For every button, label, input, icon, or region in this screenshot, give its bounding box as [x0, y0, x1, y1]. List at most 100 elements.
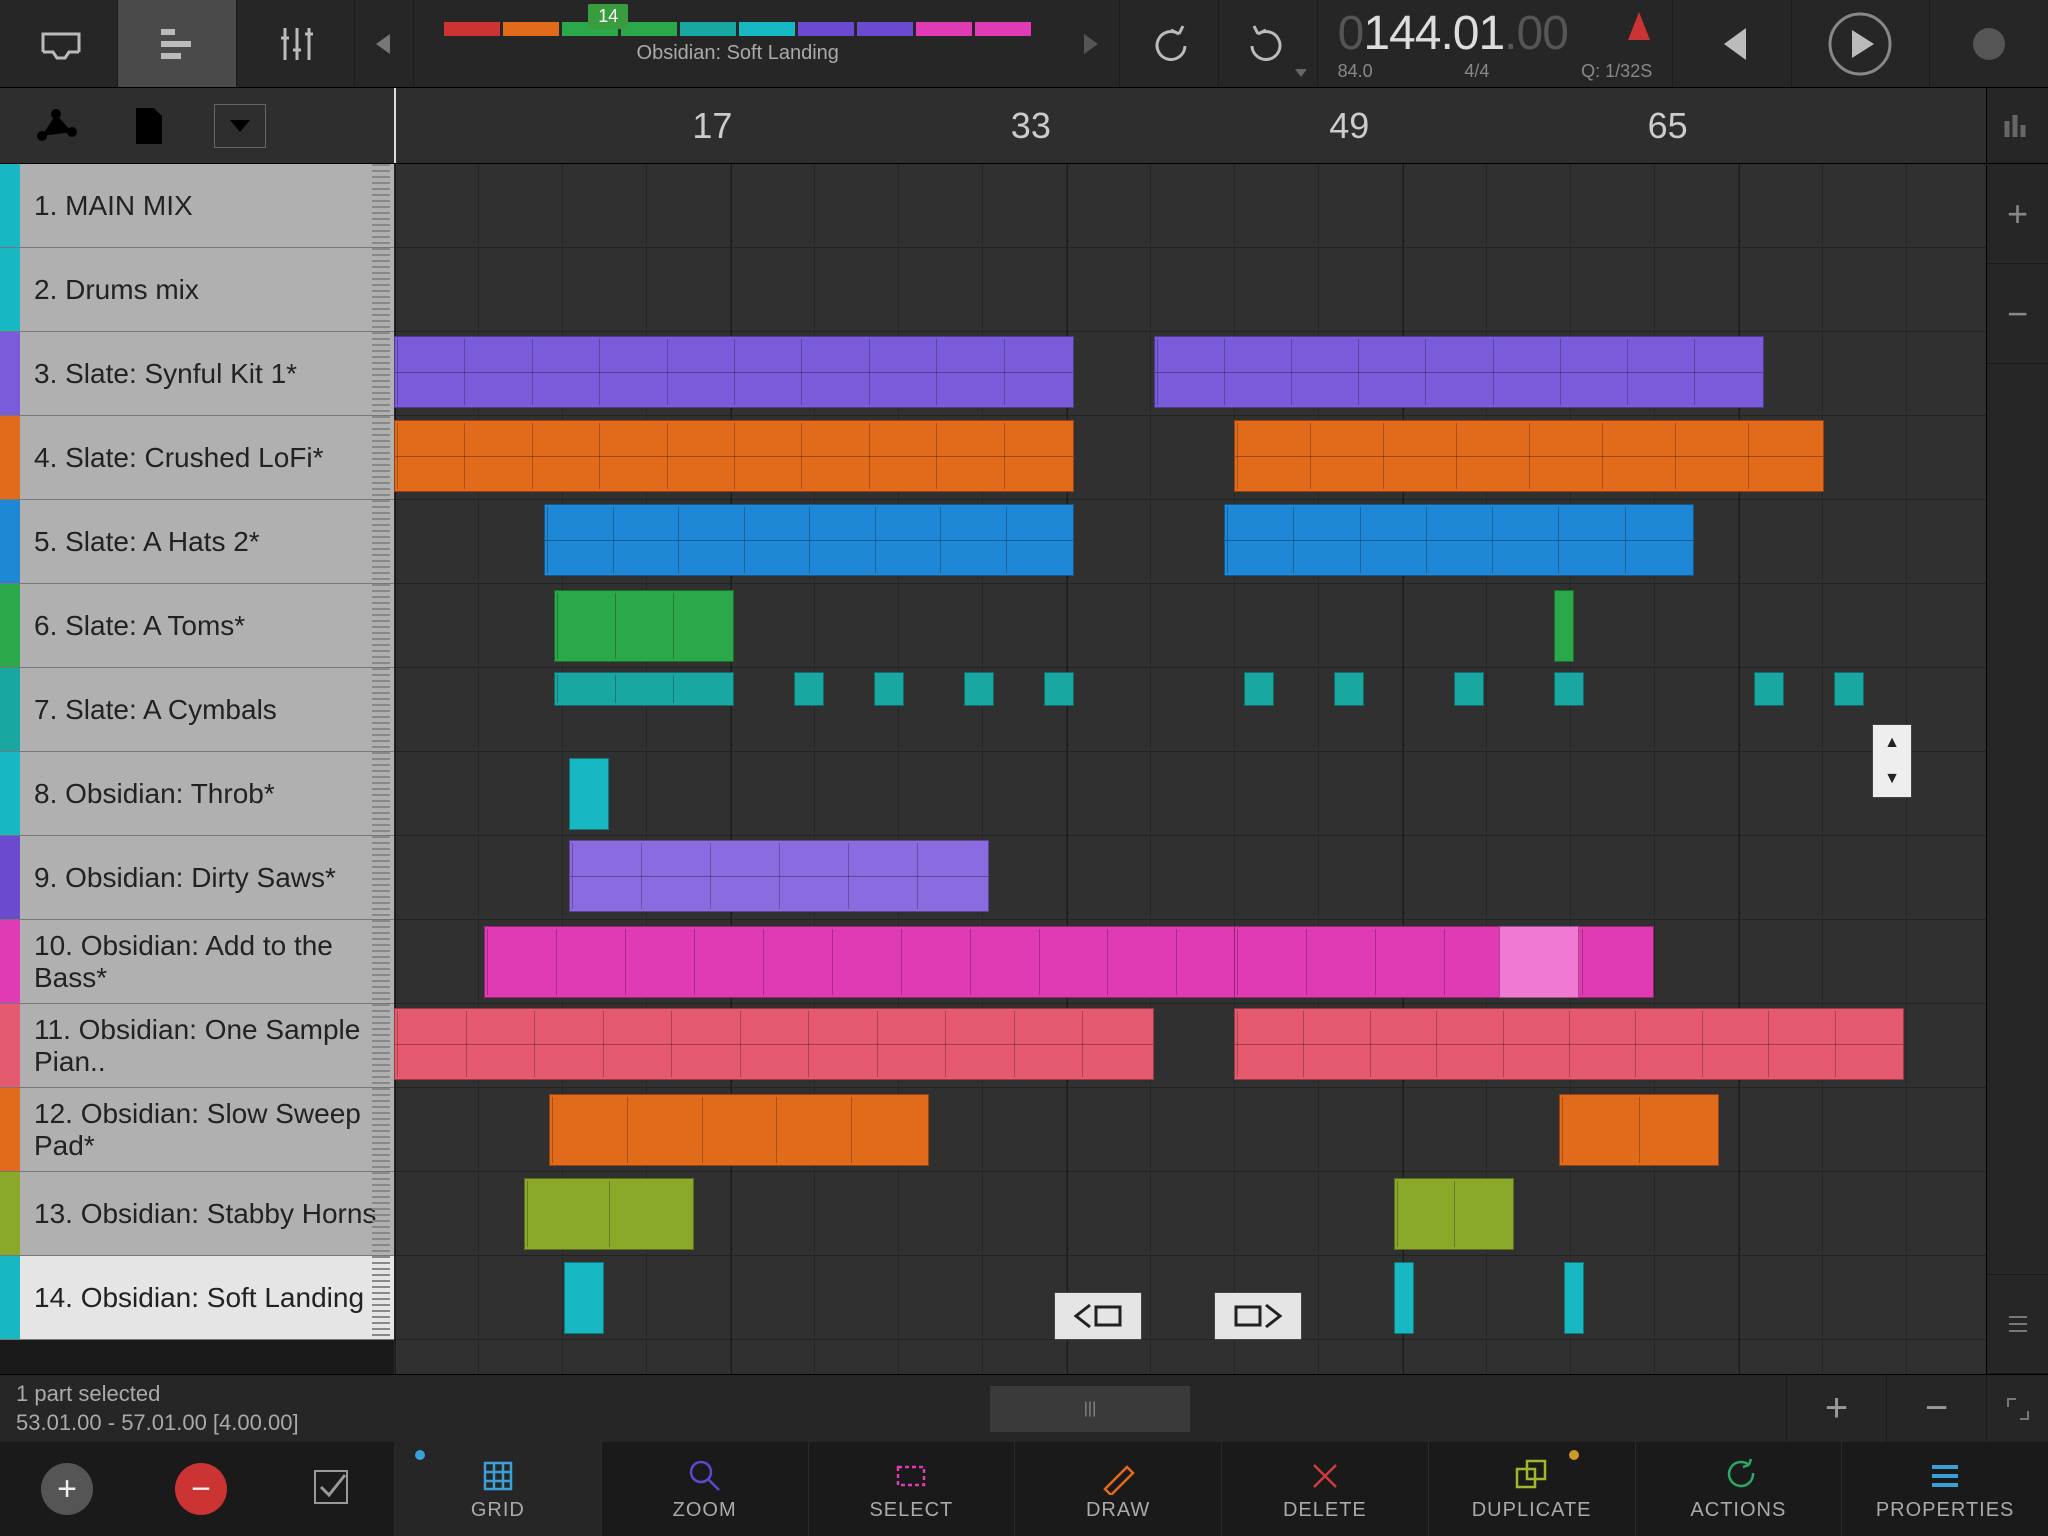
clip[interactable]: [569, 840, 989, 912]
track-drag-handle[interactable]: [372, 416, 390, 499]
tool-properties[interactable]: PROPERTIES: [1841, 1442, 2048, 1536]
track-drag-handle[interactable]: [372, 1004, 390, 1087]
track-row[interactable]: 11. Obsidian: One Sample Pian..: [0, 1004, 394, 1088]
track-row[interactable]: 6. Slate: A Toms*: [0, 584, 394, 668]
track-drag-handle[interactable]: [372, 332, 390, 415]
song-view-button[interactable]: [118, 0, 236, 87]
mixer-button[interactable]: [237, 0, 355, 87]
track-row[interactable]: 1. MAIN MIX: [0, 164, 394, 248]
track-row[interactable]: 14. Obsidian: Soft Landing: [0, 1256, 394, 1340]
loop-end-handle[interactable]: [1214, 1292, 1302, 1340]
clip[interactable]: [1234, 926, 1654, 998]
clip[interactable]: [1754, 672, 1784, 706]
clip[interactable]: [1224, 504, 1694, 576]
clip[interactable]: [1154, 336, 1764, 408]
timeline-ruler[interactable]: 17334965: [394, 88, 1986, 163]
delete-track-button[interactable]: −: [175, 1463, 227, 1515]
clip[interactable]: [1394, 1178, 1514, 1250]
track-row[interactable]: 5. Slate: A Hats 2*: [0, 500, 394, 584]
play-button[interactable]: [1792, 0, 1930, 87]
overview-prev-button[interactable]: [355, 0, 414, 87]
checkbox-button[interactable]: [309, 1465, 353, 1514]
track-menu-button[interactable]: [214, 104, 266, 148]
clip[interactable]: [1834, 672, 1864, 706]
clip[interactable]: [564, 1262, 604, 1334]
vzoom-up-icon[interactable]: ▲: [1873, 725, 1911, 761]
hscroll-thumb[interactable]: |||: [990, 1386, 1190, 1432]
clip[interactable]: [1244, 672, 1274, 706]
tool-delete[interactable]: DELETE: [1221, 1442, 1428, 1536]
song-overview[interactable]: 14 Obsidian: Soft Landing: [414, 0, 1061, 87]
clip[interactable]: [794, 672, 824, 706]
track-drag-handle[interactable]: [372, 584, 390, 667]
track-row[interactable]: 9. Obsidian: Dirty Saws*: [0, 836, 394, 920]
clip[interactable]: [394, 1008, 1154, 1080]
record-button[interactable]: [1930, 0, 2048, 87]
track-drag-handle[interactable]: [372, 920, 390, 1003]
rail-menu-button[interactable]: [1987, 1274, 2048, 1374]
playhead[interactable]: [394, 88, 396, 163]
track-drag-handle[interactable]: [372, 500, 390, 583]
hzoom-in-button[interactable]: +: [1786, 1375, 1886, 1442]
clip[interactable]: [1044, 672, 1074, 706]
track-row[interactable]: 7. Slate: A Cymbals: [0, 668, 394, 752]
fit-button[interactable]: [1986, 1375, 2048, 1442]
clip[interactable]: [394, 336, 1074, 408]
tool-draw[interactable]: DRAW: [1014, 1442, 1221, 1536]
tool-zoom[interactable]: ZOOM: [601, 1442, 808, 1536]
track-row[interactable]: 2. Drums mix: [0, 248, 394, 332]
track-row[interactable]: 13. Obsidian: Stabby Horns: [0, 1172, 394, 1256]
tool-actions[interactable]: ACTIONS: [1635, 1442, 1842, 1536]
track-row[interactable]: 10. Obsidian: Add to the Bass*: [0, 920, 394, 1004]
track-row[interactable]: 3. Slate: Synful Kit 1*: [0, 332, 394, 416]
rewind-button[interactable]: [1673, 0, 1791, 87]
clip[interactable]: [1499, 926, 1579, 998]
notes-button[interactable]: [122, 100, 174, 152]
undo-button[interactable]: [1120, 0, 1219, 87]
track-row[interactable]: 8. Obsidian: Throb*: [0, 752, 394, 836]
clip[interactable]: [1554, 590, 1574, 662]
track-drag-handle[interactable]: [372, 1256, 390, 1339]
clip[interactable]: [874, 672, 904, 706]
clip[interactable]: [394, 420, 1074, 492]
clip[interactable]: [569, 758, 609, 830]
hzoom-out-button[interactable]: −: [1886, 1375, 1986, 1442]
vertical-zoom-control[interactable]: ▲ ▼: [1872, 724, 1912, 798]
clip[interactable]: [1234, 1008, 1904, 1080]
clip[interactable]: [554, 590, 734, 662]
clip[interactable]: [1554, 672, 1584, 706]
track-drag-handle[interactable]: [372, 752, 390, 835]
track-row[interactable]: 12. Obsidian: Slow Sweep Pad*: [0, 1088, 394, 1172]
clip[interactable]: [1394, 1262, 1414, 1334]
arranger[interactable]: ▲ ▼: [394, 164, 1986, 1374]
clip[interactable]: [1234, 420, 1824, 492]
track-drag-handle[interactable]: [372, 248, 390, 331]
hscroll-bar[interactable]: |||: [394, 1386, 1786, 1432]
zoom-in-vertical-button[interactable]: +: [1987, 164, 2048, 264]
clip[interactable]: [524, 1178, 694, 1250]
overview-next-button[interactable]: [1061, 0, 1120, 87]
add-track-button[interactable]: +: [41, 1463, 93, 1515]
track-drag-handle[interactable]: [372, 668, 390, 751]
clip[interactable]: [1559, 1094, 1719, 1166]
projects-button[interactable]: [0, 0, 118, 87]
vzoom-down-icon[interactable]: ▼: [1873, 761, 1911, 797]
track-drag-handle[interactable]: [372, 836, 390, 919]
zoom-out-vertical-button[interactable]: −: [1987, 264, 2048, 364]
clip[interactable]: [1454, 672, 1484, 706]
meter-toggle-button[interactable]: [1986, 88, 2048, 163]
clip[interactable]: [549, 1094, 929, 1166]
track-drag-handle[interactable]: [372, 1088, 390, 1171]
clip[interactable]: [1334, 672, 1364, 706]
tool-select[interactable]: SELECT: [808, 1442, 1015, 1536]
metronome-icon[interactable]: [1624, 10, 1654, 42]
clip[interactable]: [544, 504, 1074, 576]
clip[interactable]: [554, 672, 734, 706]
track-drag-handle[interactable]: [372, 164, 390, 247]
loop-start-handle[interactable]: [1054, 1292, 1142, 1340]
tool-grid[interactable]: GRID: [394, 1442, 601, 1536]
clip[interactable]: [1564, 1262, 1584, 1334]
redo-button[interactable]: [1219, 0, 1318, 87]
track-drag-handle[interactable]: [372, 1172, 390, 1255]
clip[interactable]: [964, 672, 994, 706]
